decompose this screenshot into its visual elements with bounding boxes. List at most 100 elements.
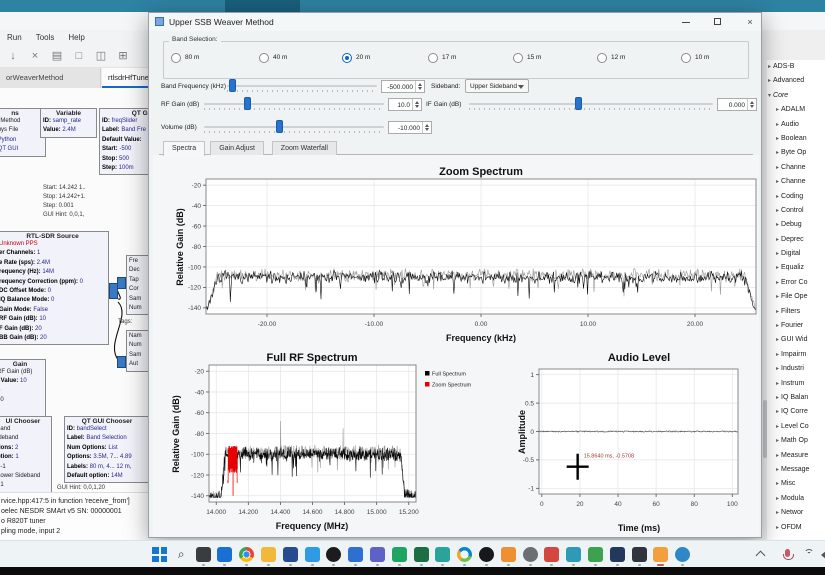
full-rf-spectrum-chart[interactable]: 14.000 14.200 14.400 14.600 14.800 15.000 15.2… [149, 349, 489, 537]
tree-item-fourier[interactable]: ▸ Fourier [763, 319, 825, 333]
rf-gain-slider[interactable] [204, 97, 384, 112]
tree-item-core[interactable]: ▾ Core [763, 89, 825, 103]
rf-gain-spinbox[interactable]: 10.0 [388, 98, 422, 111]
files-app-icon[interactable] [195, 547, 211, 562]
gnuradio-icon[interactable] [653, 547, 669, 562]
file-explorer-icon[interactable] [261, 547, 276, 562]
tree-item-error-co[interactable]: ▸ Error Co [763, 276, 825, 290]
samp-rate-variable[interactable]: Variable ID: samp_rate Value: 2.4M [40, 108, 97, 138]
canvas-icon[interactable]: □ [70, 47, 88, 62]
tray-volume-icon[interactable] [821, 551, 825, 559]
tree-item-industri[interactable]: ▸ Industri [763, 362, 825, 376]
split-icon[interactable]: ◫ [92, 46, 110, 62]
tree-item-byte-op[interactable]: ▸ Byte Op [763, 146, 825, 160]
tree-item-networ[interactable]: ▸ Networ [763, 506, 825, 520]
flame-app-icon[interactable] [500, 547, 516, 562]
x-app-icon[interactable] [435, 547, 451, 562]
scrollbar-thumb[interactable] [762, 400, 767, 458]
vscode-icon[interactable] [304, 547, 320, 562]
xlating-filter-block-port[interactable] [117, 277, 126, 289]
radio-button[interactable] [513, 53, 523, 63]
app-indigo-icon[interactable] [282, 547, 298, 562]
tree-item-file-ope[interactable]: ▸ File Ope [763, 290, 825, 304]
tray-wifi-icon[interactable] [804, 549, 816, 561]
tree-item-advanced[interactable]: ▸ Advanced [763, 74, 825, 88]
sideband-chooser[interactable]: UI Chooserband ideband tions: 2 ption: 1: -… [0, 416, 52, 492]
band-frequency-slider[interactable] [227, 79, 377, 94]
volume-spinbox[interactable]: -10.000 [388, 121, 432, 134]
tree-item-gui-wid[interactable]: ▸ GUI Wid [763, 333, 825, 347]
duplicate-icon[interactable]: ⊞ [114, 46, 132, 62]
slider-handle[interactable] [276, 120, 284, 133]
tree-item-filters[interactable]: ▸ Filters [763, 305, 825, 319]
rf-gain-range[interactable]: GainRF Gain (dB) t Value: 10 050 1 [0, 359, 46, 418]
tree-item-message[interactable]: ▸ Message [763, 463, 825, 477]
slider-handle[interactable] [243, 97, 251, 110]
menu-help[interactable]: Help [61, 30, 91, 45]
radio-button[interactable] [428, 53, 438, 63]
tree-item-impairm[interactable]: ▸ Impairm [763, 348, 825, 362]
outlook-icon[interactable] [217, 547, 233, 562]
tree-item-ads-b[interactable]: ▸ ADS-B [763, 60, 825, 74]
photos-icon[interactable] [348, 547, 364, 562]
sideband-dropdown[interactable]: Upper Sideband [465, 79, 529, 93]
band-select-chooser[interactable]: QT GUI Chooser ID: bandSelect Label: Band … [64, 416, 150, 484]
grc-tab-orWeaverMethod[interactable]: orWeaverMethod [0, 68, 101, 88]
tree-item-equaliz[interactable]: ▸ Equaliz [763, 261, 825, 275]
chrome-icon[interactable] [239, 547, 255, 562]
filter-block-2-port[interactable] [117, 356, 126, 368]
save-icon[interactable]: ↓ [4, 47, 22, 62]
tree-item-measure[interactable]: ▸ Measure [763, 449, 825, 463]
tray-microphone-icon[interactable] [783, 549, 794, 560]
excel-icon[interactable] [413, 547, 429, 562]
zoom-spectrum-chart[interactable]: -20.00 -10.00 0.00 10.00 20.00 -20 -40 -60 -80 -1… [149, 159, 763, 349]
tree-item-adalm[interactable]: ▸ ADALM [763, 103, 825, 117]
tree-item-ofdm[interactable]: ▸ OFDM [763, 521, 825, 535]
recorder-icon[interactable] [326, 547, 342, 562]
tree-item-level-co[interactable]: ▸ Level Co [763, 420, 825, 434]
tree-item-math-op[interactable]: ▸ Math Op [763, 434, 825, 448]
tree-item-modula[interactable]: ▸ Modula [763, 492, 825, 506]
chat-teal-icon[interactable] [566, 547, 582, 562]
tab-gain-adjust[interactable]: Gain Adjust [210, 141, 264, 155]
rtl-sdr-source[interactable]: RTL-SDR Source Unknown PPS er Channels: 1 e… [0, 231, 109, 346]
tree-item-iq-corre[interactable]: ▸ IQ Corre [763, 405, 825, 419]
if-gain-slider[interactable] [469, 97, 713, 112]
edge-icon[interactable] [675, 547, 691, 562]
band-frequency-spinbox[interactable]: -500.000 [381, 80, 425, 93]
if-gain-spinbox[interactable]: 0.000 [717, 98, 757, 111]
tree-item-audio[interactable]: ▸ Audio [763, 118, 825, 132]
radio-button[interactable] [171, 53, 181, 63]
tree-item-deprec[interactable]: ▸ Deprec [763, 233, 825, 247]
gear-app-icon[interactable] [522, 547, 538, 562]
tree-item-digital[interactable]: ▸ Digital [763, 247, 825, 261]
menu-run[interactable]: Run [0, 30, 29, 45]
close-icon[interactable]: × [26, 47, 44, 62]
slider-handle[interactable] [229, 79, 237, 92]
chart-green-icon[interactable] [588, 547, 603, 562]
menu-tools[interactable]: Tools [29, 30, 62, 45]
audio-level-chart[interactable]: 0 20 40 60 80 100 1 0.5 0 -0.5 -1 Audio Level Time (… [489, 349, 763, 537]
minimize-button[interactable] [671, 13, 701, 31]
tree-item-control[interactable]: ▸ Control [763, 204, 825, 218]
app-navy-icon[interactable] [609, 547, 625, 562]
tree-item-iq-balan[interactable]: ▸ IQ Balan [763, 391, 825, 405]
slider-handle[interactable] [575, 97, 583, 110]
tray-chevron-up-icon[interactable] [755, 550, 766, 561]
app-green-icon[interactable] [391, 547, 407, 562]
tree-item-channe[interactable]: ▸ Channe [763, 161, 825, 175]
layers-red-icon[interactable] [544, 547, 560, 562]
tab-zoom-waterfall[interactable]: Zoom Waterfall [271, 141, 337, 155]
tree-item-coding[interactable]: ▸ Coding [763, 190, 825, 204]
s-app-icon[interactable] [631, 547, 647, 562]
github-icon[interactable] [479, 547, 494, 562]
tree-item-instrum[interactable]: ▸ Instrum [763, 377, 825, 391]
ring-app-icon[interactable] [457, 547, 473, 562]
tree-item-channe[interactable]: ▸ Channe [763, 175, 825, 189]
volume-slider[interactable] [204, 120, 384, 135]
dialog-titlebar[interactable]: Upper SSB Weaver Method × [149, 13, 761, 31]
radio-button[interactable] [681, 53, 691, 63]
tree-item-boolean[interactable]: ▸ Boolean [763, 132, 825, 146]
radio-button[interactable] [259, 53, 269, 63]
start-button[interactable] [152, 547, 167, 562]
